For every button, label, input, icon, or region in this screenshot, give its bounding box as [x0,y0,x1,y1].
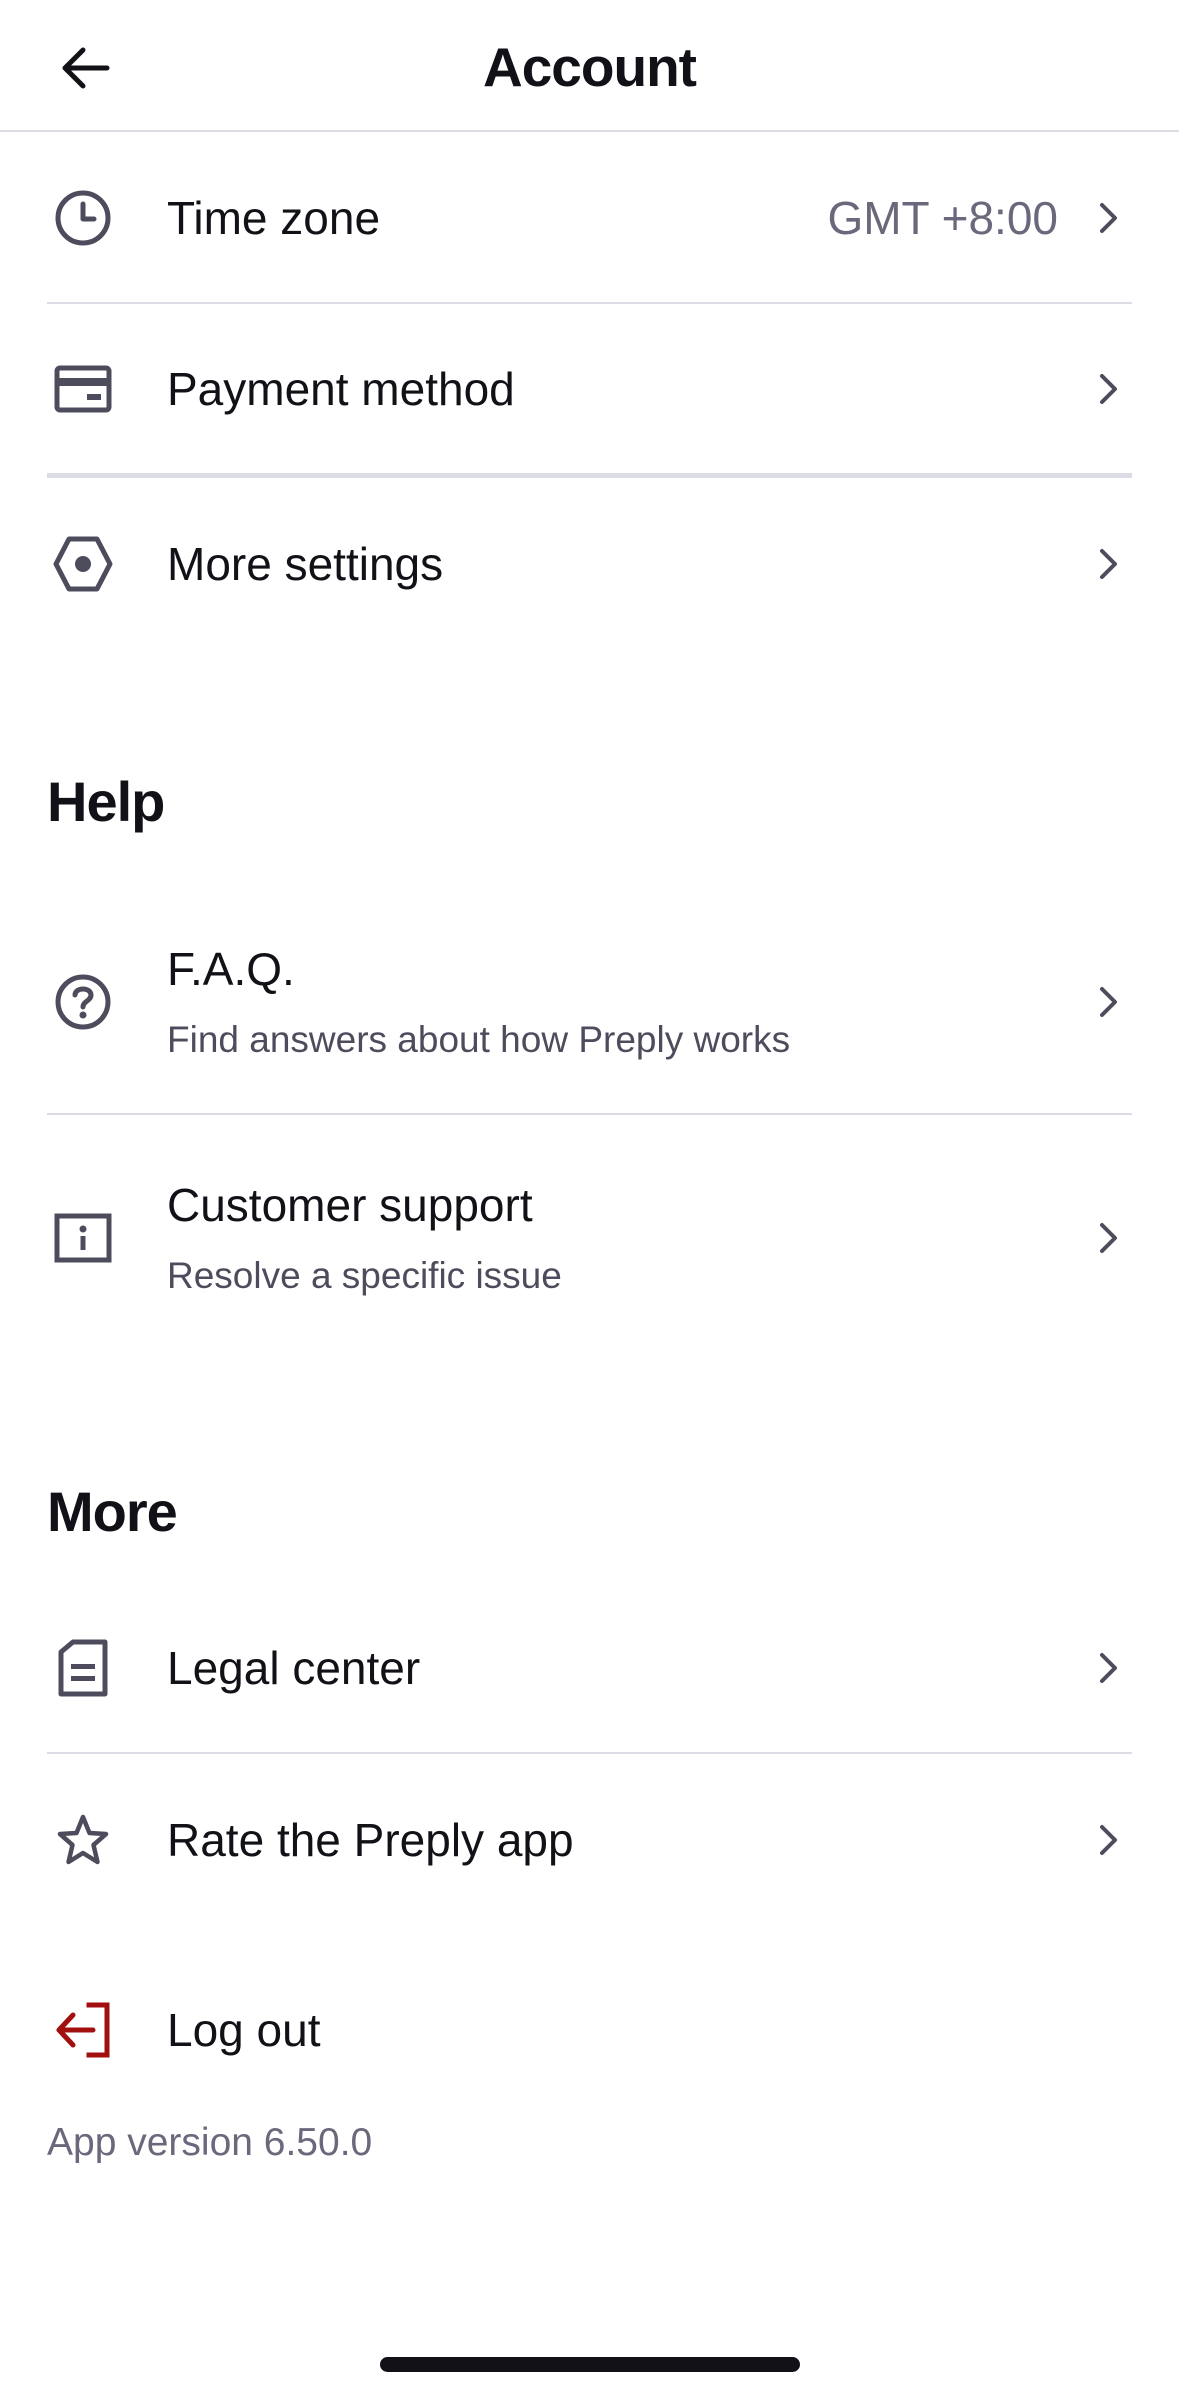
hexagon-settings-icon [47,528,119,600]
rate-app-row[interactable]: Rate the Preply app [47,1754,1132,1926]
faq-subtitle: Find answers about how Preply works [167,1018,791,1060]
payment-method-row[interactable]: Payment method [47,304,1132,478]
document-icon [47,1632,119,1704]
app-version: App version 6.50.0 [47,2121,373,2164]
customer-support-row[interactable]: Customer support Resolve a specific issu… [47,1115,1132,1361]
logout-icon [47,1994,119,2066]
customer-support-label: Customer support [167,1179,533,1231]
faq-row[interactable]: F.A.Q. Find answers about how Preply wor… [47,890,1132,1115]
legal-center-row[interactable]: Legal center [47,1583,1132,1754]
chevron-right-icon [1086,1645,1132,1691]
page-title: Account [483,36,697,98]
faq-label: F.A.Q. [167,942,295,995]
chevron-right-icon [1086,1215,1132,1261]
more-settings-label: More settings [167,538,444,590]
chevron-right-icon [1086,979,1132,1025]
top-bar: Account [0,0,1179,132]
chevron-right-icon [1086,541,1132,587]
logout-row[interactable]: Log out [47,1975,1132,2085]
star-icon [47,1804,119,1876]
home-indicator[interactable] [380,2357,800,2372]
info-square-icon [47,1202,119,1274]
question-circle-icon [47,966,119,1038]
help-section-title: Help [47,770,165,833]
chevron-right-icon [1086,1817,1132,1863]
credit-card-icon [47,353,119,425]
customer-support-subtitle: Resolve a specific issue [167,1255,562,1296]
payment-method-label: Payment method [167,362,515,415]
time-zone-value: GMT +8:00 [827,191,1058,244]
legal-center-label: Legal center [167,1641,421,1694]
logout-label: Log out [167,2004,321,2056]
chevron-right-icon [1086,195,1132,241]
clock-icon [47,182,119,254]
more-settings-row[interactable]: More settings [47,478,1132,650]
time-zone-row[interactable]: Time zone GMT +8:00 [47,133,1132,304]
chevron-right-icon [1086,366,1132,412]
rate-app-label: Rate the Preply app [167,1814,574,1866]
more-section-title: More [47,1480,178,1543]
